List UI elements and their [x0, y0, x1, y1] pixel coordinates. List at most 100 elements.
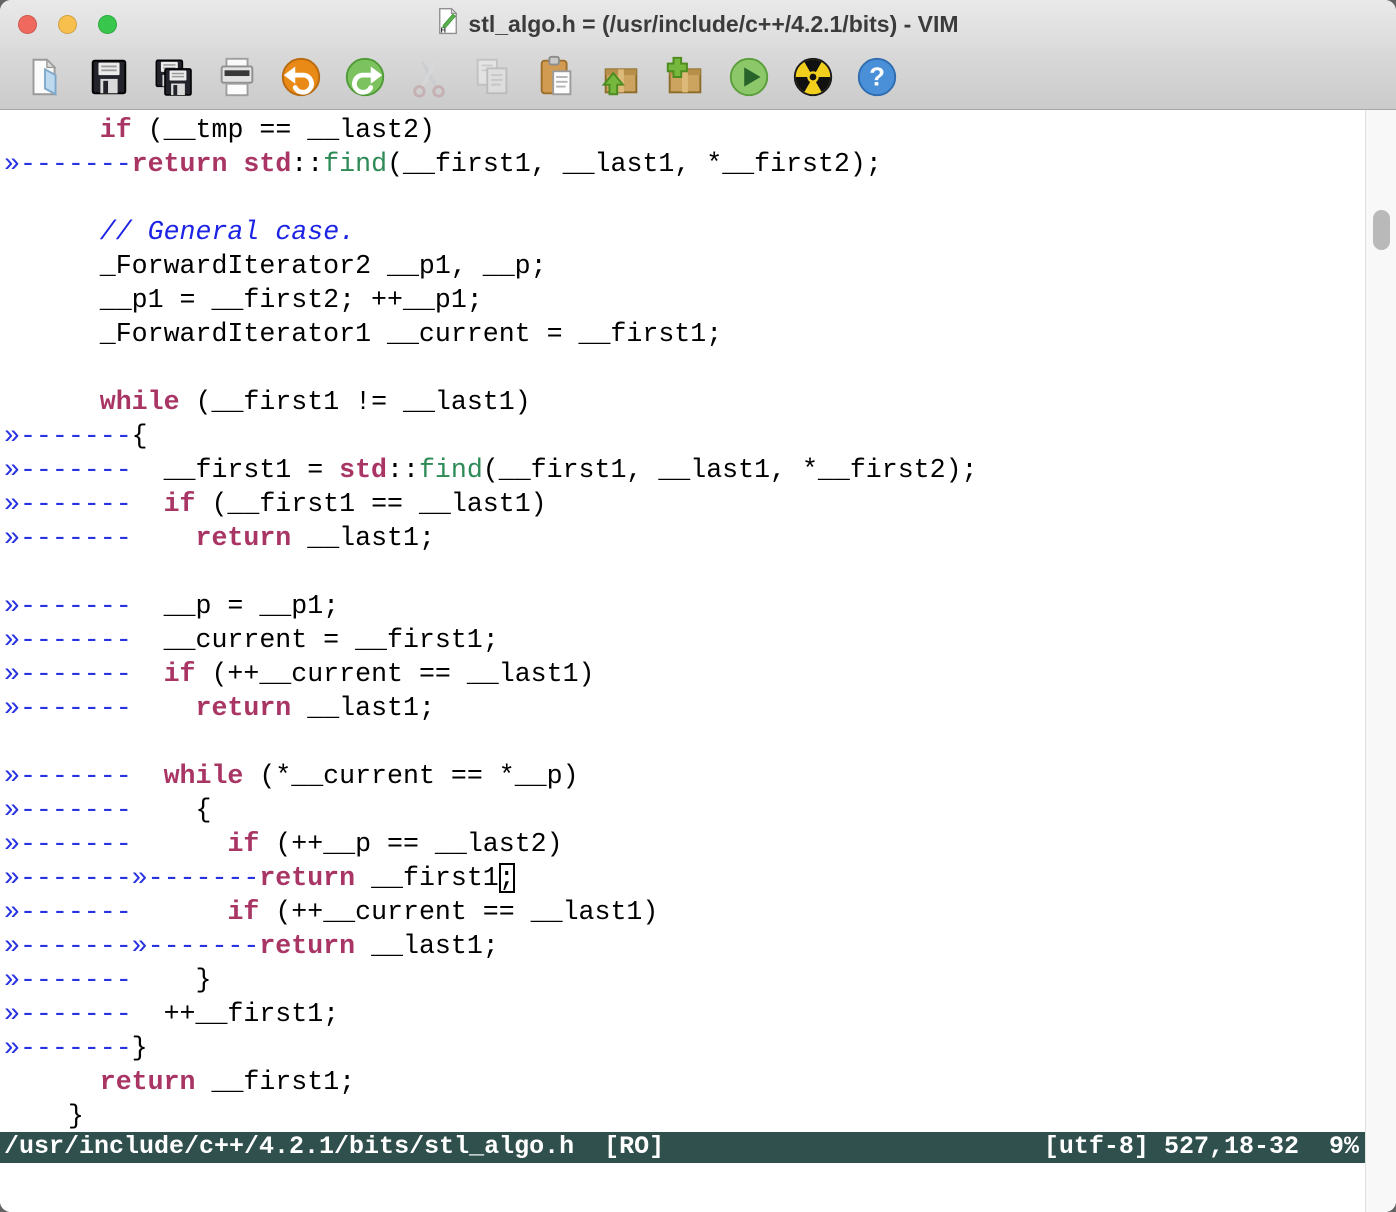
code-text: } [132, 1033, 148, 1063]
load-session-button[interactable] [598, 54, 644, 100]
statusbar-cursor-position: 527,18-32 [1164, 1132, 1299, 1161]
code-text: while [164, 761, 244, 791]
code-line [4, 351, 1360, 385]
content-area: if (__tmp == __last2) »------- return std:… [0, 110, 1396, 1212]
save-all-button[interactable] [150, 54, 196, 100]
code-line: »------- return __last1; [4, 521, 1360, 555]
run-script-button[interactable] [726, 54, 772, 100]
undo-button[interactable] [278, 54, 324, 100]
code-line: »-------»-------return __last1; [4, 929, 1360, 963]
code-line: »-------{ [4, 419, 1360, 453]
tab-marker: »------- [4, 1033, 132, 1063]
statusbar-readonly-flag: [RO] [604, 1132, 664, 1161]
code-text: return [196, 523, 292, 553]
code-text: __first1 = [132, 455, 339, 485]
close-button[interactable] [18, 15, 37, 34]
code-line: »------- __first1 = std::find(__first1, … [4, 453, 1360, 487]
code-line [4, 725, 1360, 759]
code-text [4, 1067, 100, 1097]
statusbar-right: [utf-8] 527,18-32 9% [1044, 1132, 1359, 1161]
tab-marker: »-------»------- [4, 931, 259, 961]
scrollbar-track[interactable] [1365, 110, 1396, 1212]
help-button[interactable]: ? [854, 54, 900, 100]
save-all-icon [150, 54, 196, 100]
paste-button[interactable] [534, 54, 580, 100]
code-text: (++__current == __last1) [259, 897, 658, 927]
code-text: (++__p == __last2) [259, 829, 562, 859]
tab-marker: »------- [4, 897, 132, 927]
tab-marker: »-------»------- [4, 863, 259, 893]
code-line: } [4, 1099, 1360, 1132]
code-text: (__first1 == __last1) [196, 489, 547, 519]
copy-button[interactable] [470, 54, 516, 100]
save-icon [86, 54, 132, 100]
run-script-icon [726, 54, 772, 100]
cut-button[interactable] [406, 54, 452, 100]
print-button[interactable] [214, 54, 260, 100]
tab-marker: »------- [4, 591, 132, 621]
code-text [132, 897, 228, 927]
code-text: ++__first1; [132, 999, 339, 1029]
code-text [227, 149, 243, 179]
code-text: if [227, 897, 259, 927]
tab-marker: »------- [4, 625, 132, 655]
code-editor[interactable]: if (__tmp == __last2) »------- return std:… [0, 110, 1396, 1132]
open-file-icon [22, 54, 68, 100]
code-line: »------- ++__first1; [4, 997, 1360, 1031]
code-text [132, 489, 164, 519]
titlebar[interactable]: H stl_algo.h = (/usr/include/c++/4.2.1/b… [0, 0, 1396, 48]
code-text: if [227, 829, 259, 859]
code-text: __first1; [196, 1067, 356, 1097]
tab-marker: »------- [4, 965, 132, 995]
open-file-button[interactable] [22, 54, 68, 100]
code-text: :: [291, 149, 323, 179]
code-line: »------- if (++__p == __last2) [4, 827, 1360, 861]
code-line: »------- { [4, 793, 1360, 827]
code-line: »------- while (*__current == *__p) [4, 759, 1360, 793]
code-text: (__first1 != __last1) [180, 387, 531, 417]
code-text: _ForwardIterator1 __current = __first1; [4, 319, 722, 349]
tab-marker: »------- [4, 761, 132, 791]
copy-icon [470, 54, 516, 100]
print-icon [214, 54, 260, 100]
minimize-button[interactable] [58, 15, 77, 34]
zoom-button[interactable] [98, 15, 117, 34]
code-text: _ForwardIterator2 __p1, __p; [4, 251, 547, 281]
command-line[interactable] [0, 1163, 1396, 1212]
redo-button[interactable] [342, 54, 388, 100]
code-text: std [339, 455, 387, 485]
statusbar-filepath: /usr/include/c++/4.2.1/bits/stl_algo.h [4, 1132, 574, 1161]
code-line [4, 181, 1360, 215]
window-title-group: H stl_algo.h = (/usr/include/c++/4.2.1/b… [437, 7, 958, 41]
code-text: } [132, 965, 212, 995]
code-text: if [164, 659, 196, 689]
code-text: __p = __p1; [132, 591, 339, 621]
code-text: __p1 = __first2; ++__p1; [4, 285, 483, 315]
code-text: return [132, 149, 228, 179]
tab-marker: »------- [4, 421, 132, 451]
code-text: return [259, 863, 355, 893]
toolbar: ? [0, 48, 1396, 110]
redo-icon [342, 54, 388, 100]
code-text [132, 693, 196, 723]
code-line [4, 555, 1360, 589]
save-session-button[interactable] [662, 54, 708, 100]
code-text: (__tmp == __last2) [132, 115, 435, 145]
save-button[interactable] [86, 54, 132, 100]
code-text: while [100, 387, 180, 417]
tab-marker: »------- [4, 523, 132, 553]
scrollbar-thumb[interactable] [1373, 210, 1390, 250]
code-text: find [323, 149, 387, 179]
code-line: _ForwardIterator1 __current = __first1; [4, 317, 1360, 351]
code-text: __last1; [355, 931, 499, 961]
vim-window: H stl_algo.h = (/usr/include/c++/4.2.1/b… [0, 0, 1396, 1212]
make-button[interactable] [790, 54, 836, 100]
cut-icon [406, 54, 452, 100]
code-line: »------- __current = __first1; [4, 623, 1360, 657]
code-text [132, 659, 164, 689]
code-text: // General case. [100, 217, 355, 247]
cursor: ; [499, 863, 515, 893]
code-line: __p1 = __first2; ++__p1; [4, 283, 1360, 317]
code-line: »-------»-------return __first1; [4, 861, 1360, 895]
code-text [4, 217, 100, 247]
